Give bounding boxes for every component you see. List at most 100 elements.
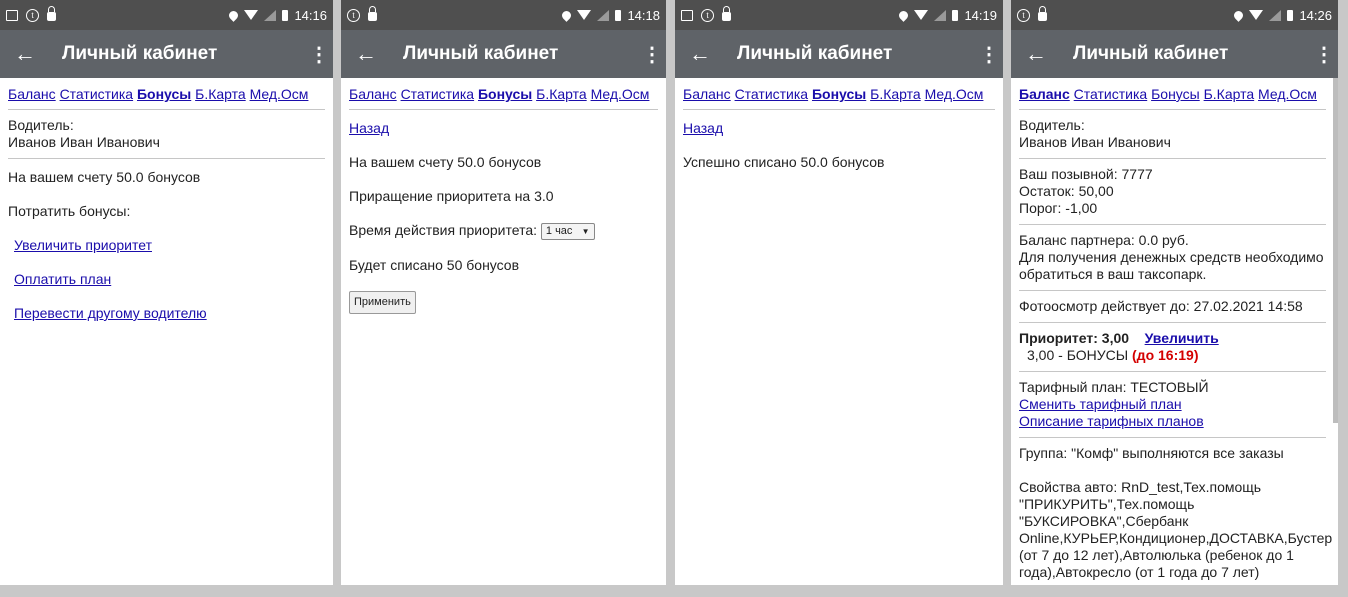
tab-balance[interactable]: Баланс (349, 86, 397, 102)
pay-plan-link[interactable]: Оплатить план (14, 271, 111, 287)
priority-label: Приоритет: 3,00 (1019, 330, 1130, 346)
wifi-icon (1249, 10, 1264, 20)
tab-medical[interactable]: Мед.Осм (591, 86, 650, 102)
wifi-icon (577, 10, 592, 20)
tab-medical[interactable]: Мед.Осм (1258, 86, 1317, 102)
change-tariff-link[interactable]: Сменить тарифный план (1019, 396, 1182, 412)
tariff-section: Тарифный план: ТЕСТОВЫЙ Сменить тарифный… (1019, 372, 1326, 438)
app-notification-icon: t (701, 8, 714, 22)
overflow-menu-icon[interactable]: ⋮ (309, 42, 329, 67)
app-notification-icon: t (347, 8, 360, 22)
group-info: Группа: "Комф" выполняются все заказы (1019, 445, 1284, 461)
wifi-icon (914, 10, 929, 20)
tab-bonuses[interactable]: Бонусы (1151, 86, 1200, 102)
lock-icon (368, 6, 377, 21)
callsign: Ваш позывной: 7777 (1019, 166, 1153, 182)
status-time: 14:19 (964, 7, 997, 23)
spend-label: Потратить бонусы: (8, 203, 131, 219)
driver-section: Водитель: Иванов Иван Иванович (1019, 110, 1326, 159)
status-time: 14:18 (627, 7, 660, 23)
tab-nav: Баланс Статистика Бонусы Б.Карта Мед.Осм (8, 86, 325, 110)
app-bar: ← Личный кабинет ⋮ (675, 30, 1003, 78)
back-link[interactable]: Назад (349, 120, 389, 136)
tab-nav: Баланс Статистика Бонусы Б.Карта Мед.Осм (1019, 86, 1326, 110)
tab-bank-card[interactable]: Б.Карта (536, 86, 587, 102)
overflow-menu-icon[interactable]: ⋮ (642, 42, 662, 67)
tariff-description-link[interactable]: Описание тарифных планов (1019, 413, 1204, 429)
tab-bank-card[interactable]: Б.Карта (870, 86, 921, 102)
tab-bonuses[interactable]: Бонусы (137, 86, 191, 102)
signal-icon (934, 9, 947, 21)
back-link[interactable]: Назад (683, 120, 723, 136)
partner-note: Для получения денежных средств необходим… (1019, 249, 1324, 282)
remainder: Остаток: 50,00 (1019, 183, 1114, 199)
back-arrow-icon[interactable]: ← (355, 41, 391, 67)
tab-balance[interactable]: Баланс (1019, 86, 1070, 102)
will-charge-text: Будет списано 50 бонусов (349, 256, 520, 273)
page-title: Личный кабинет (403, 43, 559, 64)
tab-bonuses[interactable]: Бонусы (478, 86, 532, 102)
tab-bonuses[interactable]: Бонусы (812, 86, 866, 102)
tab-statistics[interactable]: Статистика (60, 86, 134, 102)
status-time: 14:16 (294, 7, 327, 23)
priority-section: Приоритет: 3,00 Увеличить 3,00 - БОНУСЫ … (1019, 323, 1326, 372)
tab-bank-card[interactable]: Б.Карта (195, 86, 246, 102)
page-title: Личный кабинет (1073, 43, 1229, 64)
increase-priority-link[interactable]: Увеличить (1145, 330, 1219, 346)
tab-statistics[interactable]: Статистика (1074, 86, 1148, 102)
app-notification-icon: t (1017, 8, 1030, 22)
signal-icon (1269, 9, 1282, 21)
priority-increment: Приращение приоритета на 3.0 (349, 188, 554, 204)
driver-section: Водитель: Иванов Иван Иванович (8, 110, 325, 159)
increase-priority-link[interactable]: Увеличить приоритет (14, 237, 152, 253)
back-arrow-icon[interactable]: ← (14, 41, 50, 67)
partner-section: Баланс партнера: 0.0 руб. Для получения … (1019, 225, 1326, 291)
tab-bank-card[interactable]: Б.Карта (1204, 86, 1255, 102)
back-arrow-icon[interactable]: ← (1025, 41, 1061, 67)
status-time: 14:26 (1299, 7, 1332, 23)
photo-check: Фотоосмотр действует до: 27.02.2021 14:5… (1019, 291, 1326, 323)
apply-button[interactable]: Применить (349, 290, 416, 314)
page-title: Личный кабинет (62, 43, 218, 64)
battery-icon (1287, 9, 1294, 21)
duration-select[interactable]: 1 час ▼ (540, 222, 595, 240)
screenshot-icon (6, 9, 18, 21)
tab-statistics[interactable]: Статистика (735, 86, 809, 102)
status-bar: t 14:16 (0, 0, 333, 30)
tab-medical[interactable]: Мед.Осм (925, 86, 984, 102)
tab-nav: Баланс Статистика Бонусы Б.Карта Мед.Осм (683, 86, 995, 110)
dropdown-arrow-icon: ▼ (581, 226, 590, 236)
wifi-icon (244, 10, 259, 20)
tab-nav: Баланс Статистика Бонусы Б.Карта Мед.Осм (349, 86, 658, 110)
location-icon (1232, 8, 1246, 22)
overflow-menu-icon[interactable]: ⋮ (979, 42, 999, 67)
overflow-menu-icon[interactable]: ⋮ (1314, 42, 1334, 67)
lock-icon (47, 6, 56, 21)
scrollbar[interactable] (1333, 78, 1338, 423)
phone-screen-priority-form: t 14:18 ← Личный кабинет ⋮ Баланс Статис… (341, 0, 666, 585)
status-bar: t 14:26 (1011, 0, 1338, 30)
battery-icon (282, 9, 289, 21)
bonus-balance: На вашем счету 50.0 бонусов (8, 169, 201, 185)
bonus-balance: На вашем счету 50.0 бонусов (349, 154, 542, 170)
transfer-to-driver-link[interactable]: Перевести другому водителю (14, 305, 207, 321)
tab-medical[interactable]: Мед.Осм (250, 86, 309, 102)
driver-name: Иванов Иван Иванович (8, 134, 160, 150)
tab-statistics[interactable]: Статистика (401, 86, 475, 102)
threshold: Порог: -1,00 (1019, 200, 1098, 216)
status-bar: t 14:19 (675, 0, 1003, 30)
driver-label: Водитель: (8, 117, 74, 133)
success-message: Успешно списано 50.0 бонусов (683, 154, 885, 170)
partner-balance: Баланс партнера: 0.0 руб. (1019, 232, 1189, 248)
car-properties: Свойства авто: RnD_test,Тех.помощь "ПРИК… (1019, 479, 1333, 580)
battery-icon (952, 9, 959, 21)
app-bar: ← Личный кабинет ⋮ (0, 30, 333, 78)
tab-balance[interactable]: Баланс (683, 86, 731, 102)
signal-icon (264, 9, 277, 21)
tab-balance[interactable]: Баланс (8, 86, 56, 102)
battery-icon (615, 9, 622, 21)
back-arrow-icon[interactable]: ← (689, 41, 725, 67)
app-bar: ← Личный кабинет ⋮ (1011, 30, 1338, 78)
phone-screen-balance: t 14:26 ← Личный кабинет ⋮ Баланс Статис… (1011, 0, 1338, 585)
lock-icon (722, 6, 731, 21)
